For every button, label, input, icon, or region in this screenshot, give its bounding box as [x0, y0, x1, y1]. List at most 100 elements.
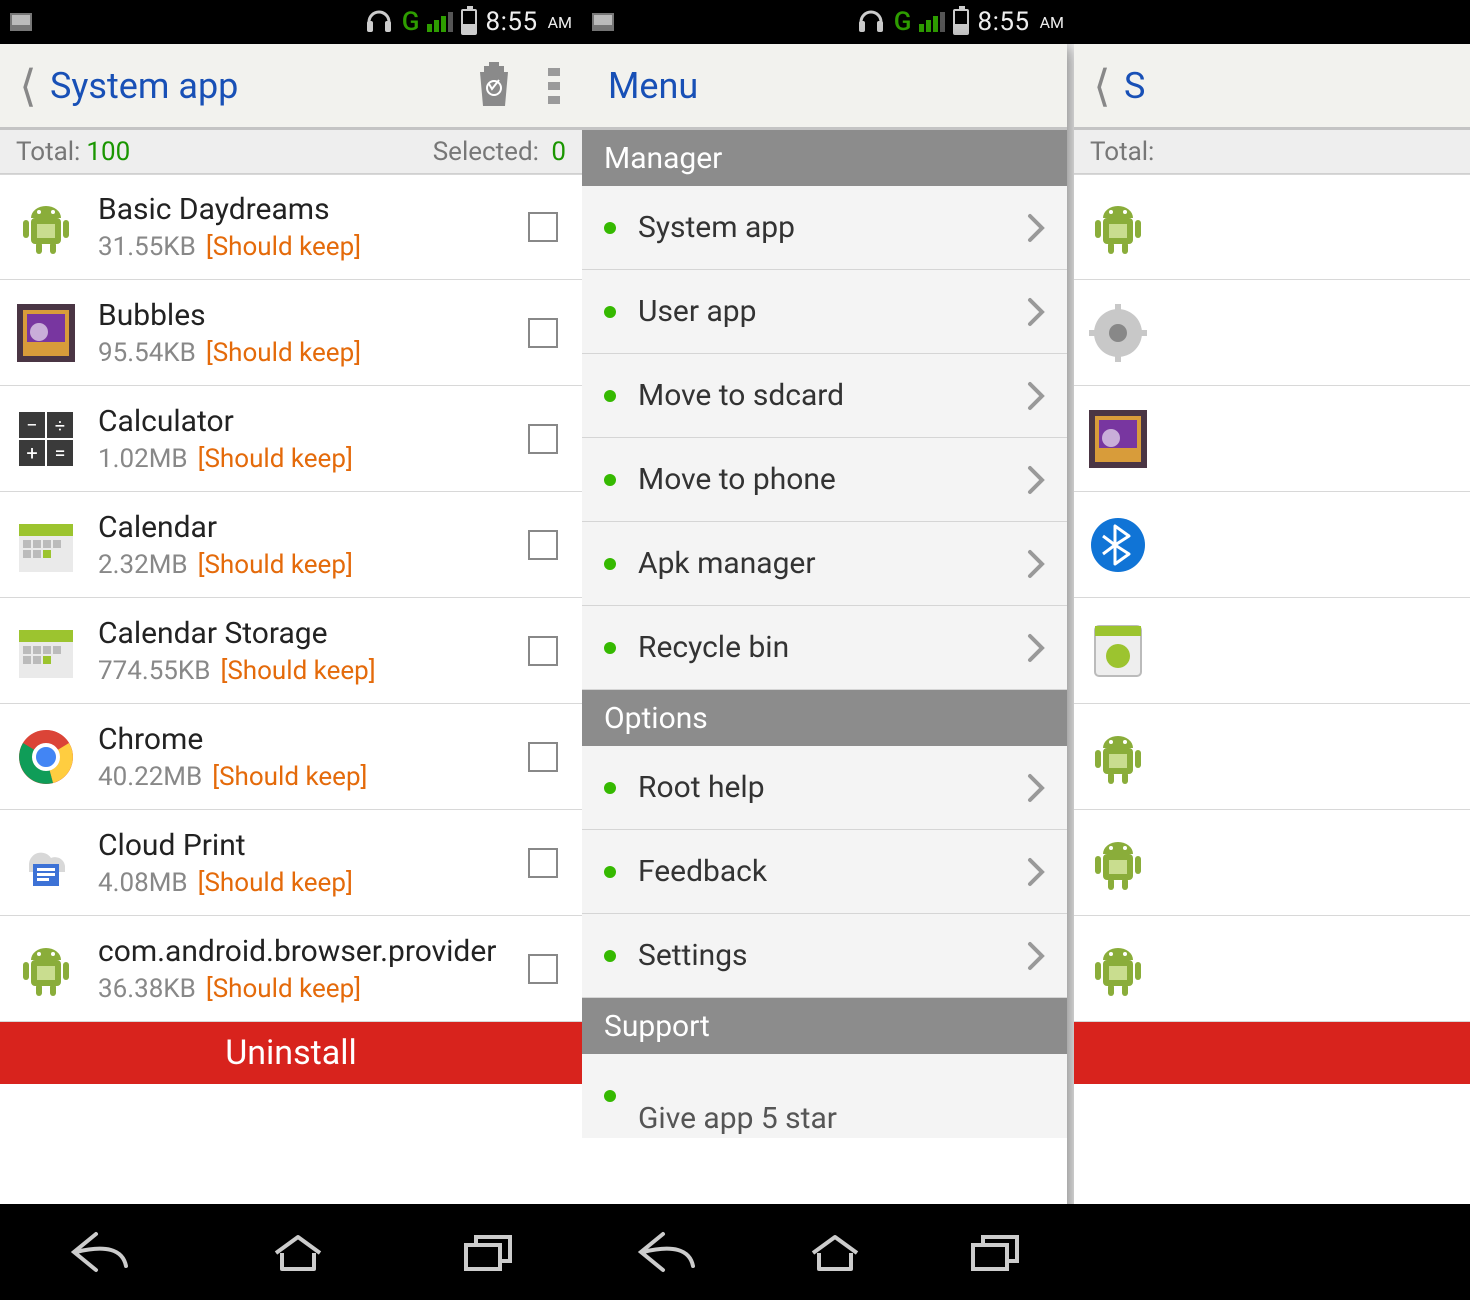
- app-info: Basic Daydreams31.55KB[Should keep]: [98, 192, 528, 262]
- app-row[interactable]: Cloud Print4.08MB[Should keep]: [0, 810, 582, 916]
- menu-item[interactable]: Apk manager: [582, 522, 1067, 606]
- chevron-right-icon: [1027, 213, 1045, 243]
- menu-item-label: Give app 5 star: [638, 1101, 837, 1136]
- app-keep-label: [Should keep]: [198, 444, 353, 474]
- app-row-partial[interactable]: [1074, 598, 1470, 704]
- bullet-icon: [604, 782, 616, 794]
- app-icon: [12, 723, 80, 791]
- app-keep-label: [Should keep]: [206, 232, 361, 262]
- app-row-partial[interactable]: [1074, 174, 1470, 280]
- headset-icon: [856, 8, 886, 36]
- screenshot-middle-menu: G 8:55AM Menu ManagerSystem appUser appM…: [582, 0, 1074, 1300]
- app-row[interactable]: Chrome40.22MB[Should keep]: [0, 704, 582, 810]
- app-name: Calculator: [98, 404, 528, 440]
- app-info: Calendar2.32MB[Should keep]: [98, 510, 528, 580]
- menu-item[interactable]: User app: [582, 270, 1067, 354]
- menu-item-label: Root help: [638, 770, 1027, 805]
- app-info: Cloud Print4.08MB[Should keep]: [98, 828, 528, 898]
- app-size: 31.55KB: [98, 232, 196, 262]
- trash-icon[interactable]: [474, 62, 514, 110]
- app-list[interactable]: Basic Daydreams31.55KB[Should keep]Bubbl…: [0, 174, 582, 1022]
- app-name: Bubbles: [98, 298, 528, 334]
- menu-item[interactable]: Recycle bin: [582, 606, 1067, 690]
- nav-bar: [1074, 1204, 1470, 1300]
- nav-recent-icon[interactable]: [967, 1231, 1023, 1273]
- app-row-partial[interactable]: [1074, 916, 1470, 1022]
- app-row-partial[interactable]: [1074, 280, 1470, 386]
- menu-section-header: Support: [582, 998, 1067, 1054]
- app-row-partial[interactable]: [1074, 386, 1470, 492]
- status-bar: G 8:55AM: [582, 0, 1074, 44]
- app-info: com.android.browser.provider36.38KB[Shou…: [98, 934, 528, 1004]
- menu-item-cut[interactable]: Give app 5 star: [582, 1054, 1067, 1138]
- app-row-partial[interactable]: [1074, 704, 1470, 810]
- menu-item[interactable]: Move to sdcard: [582, 354, 1067, 438]
- network-type: G: [402, 7, 420, 37]
- app-row[interactable]: Basic Daydreams31.55KB[Should keep]: [0, 174, 582, 280]
- app-icon: [12, 193, 80, 261]
- app-row[interactable]: Calendar2.32MB[Should keep]: [0, 492, 582, 598]
- app-row[interactable]: Calendar Storage774.55KB[Should keep]: [0, 598, 582, 704]
- chevron-right-icon: [1027, 633, 1045, 663]
- menu-item-label: Apk manager: [638, 546, 1027, 581]
- app-checkbox[interactable]: [528, 530, 558, 560]
- info-bar: Total:: [1074, 130, 1470, 174]
- app-checkbox[interactable]: [528, 954, 558, 984]
- clock-time: 8:55: [485, 7, 537, 37]
- menu-item-label: System app: [638, 210, 1027, 245]
- app-size: 36.38KB: [98, 974, 196, 1004]
- clock-time: 8:55: [977, 7, 1029, 37]
- app-row[interactable]: −÷+=Calculator1.02MB[Should keep]: [0, 386, 582, 492]
- app-checkbox[interactable]: [528, 318, 558, 348]
- signal-icon: [919, 12, 945, 32]
- app-list-partial[interactable]: [1074, 174, 1470, 1022]
- app-icon: [1084, 193, 1152, 261]
- bullet-icon: [604, 1090, 616, 1102]
- chevron-right-icon: [1027, 381, 1045, 411]
- nav-home-icon[interactable]: [805, 1231, 865, 1273]
- nav-home-icon[interactable]: [268, 1231, 328, 1273]
- screenshot-left-system-app: G 8:55AM ⟨ System app Total: 100 Selecte…: [0, 0, 582, 1300]
- back-button[interactable]: ⟨: [6, 60, 50, 112]
- uninstall-button[interactable]: Uninstall: [0, 1022, 582, 1084]
- svg-text:+: +: [26, 441, 37, 465]
- menu-item[interactable]: Feedback: [582, 830, 1067, 914]
- menu-section-header: Options: [582, 690, 1067, 746]
- app-row-partial[interactable]: [1074, 810, 1470, 916]
- nav-back-icon[interactable]: [633, 1231, 703, 1273]
- bullet-icon: [604, 222, 616, 234]
- nav-back-icon[interactable]: [66, 1231, 136, 1273]
- app-checkbox[interactable]: [528, 636, 558, 666]
- app-icon: [1084, 511, 1152, 579]
- overflow-icon[interactable]: [548, 66, 560, 106]
- svg-text:÷: ÷: [55, 416, 65, 437]
- battery-icon: [461, 9, 477, 35]
- app-checkbox[interactable]: [528, 742, 558, 772]
- menu-item[interactable]: System app: [582, 186, 1067, 270]
- app-checkbox[interactable]: [528, 848, 558, 878]
- menu-item[interactable]: Move to phone: [582, 438, 1067, 522]
- battery-icon: [953, 9, 969, 35]
- bullet-icon: [604, 950, 616, 962]
- app-row[interactable]: Bubbles95.54KB[Should keep]: [0, 280, 582, 386]
- menu-item-label: User app: [638, 294, 1027, 329]
- chevron-right-icon: [1027, 773, 1045, 803]
- app-checkbox[interactable]: [528, 424, 558, 454]
- page-title: System app: [50, 65, 238, 107]
- menu-item[interactable]: Settings: [582, 914, 1067, 998]
- menu-item-label: Settings: [638, 938, 1027, 973]
- menu-item-label: Move to sdcard: [638, 378, 1027, 413]
- app-name: Chrome: [98, 722, 528, 758]
- app-checkbox[interactable]: [528, 212, 558, 242]
- menu-item[interactable]: Root help: [582, 746, 1067, 830]
- app-keep-label: [Should keep]: [206, 974, 361, 1004]
- app-keep-label: [Should keep]: [198, 550, 353, 580]
- app-row-partial[interactable]: [1074, 492, 1470, 598]
- back-button[interactable]: ⟨: [1080, 60, 1124, 112]
- nav-recent-icon[interactable]: [460, 1231, 516, 1273]
- uninstall-button-fragment[interactable]: [1074, 1022, 1470, 1084]
- app-row[interactable]: com.android.browser.provider36.38KB[Shou…: [0, 916, 582, 1022]
- chevron-right-icon: [1027, 941, 1045, 971]
- app-icon: [12, 617, 80, 685]
- notification-icon: [592, 13, 614, 31]
